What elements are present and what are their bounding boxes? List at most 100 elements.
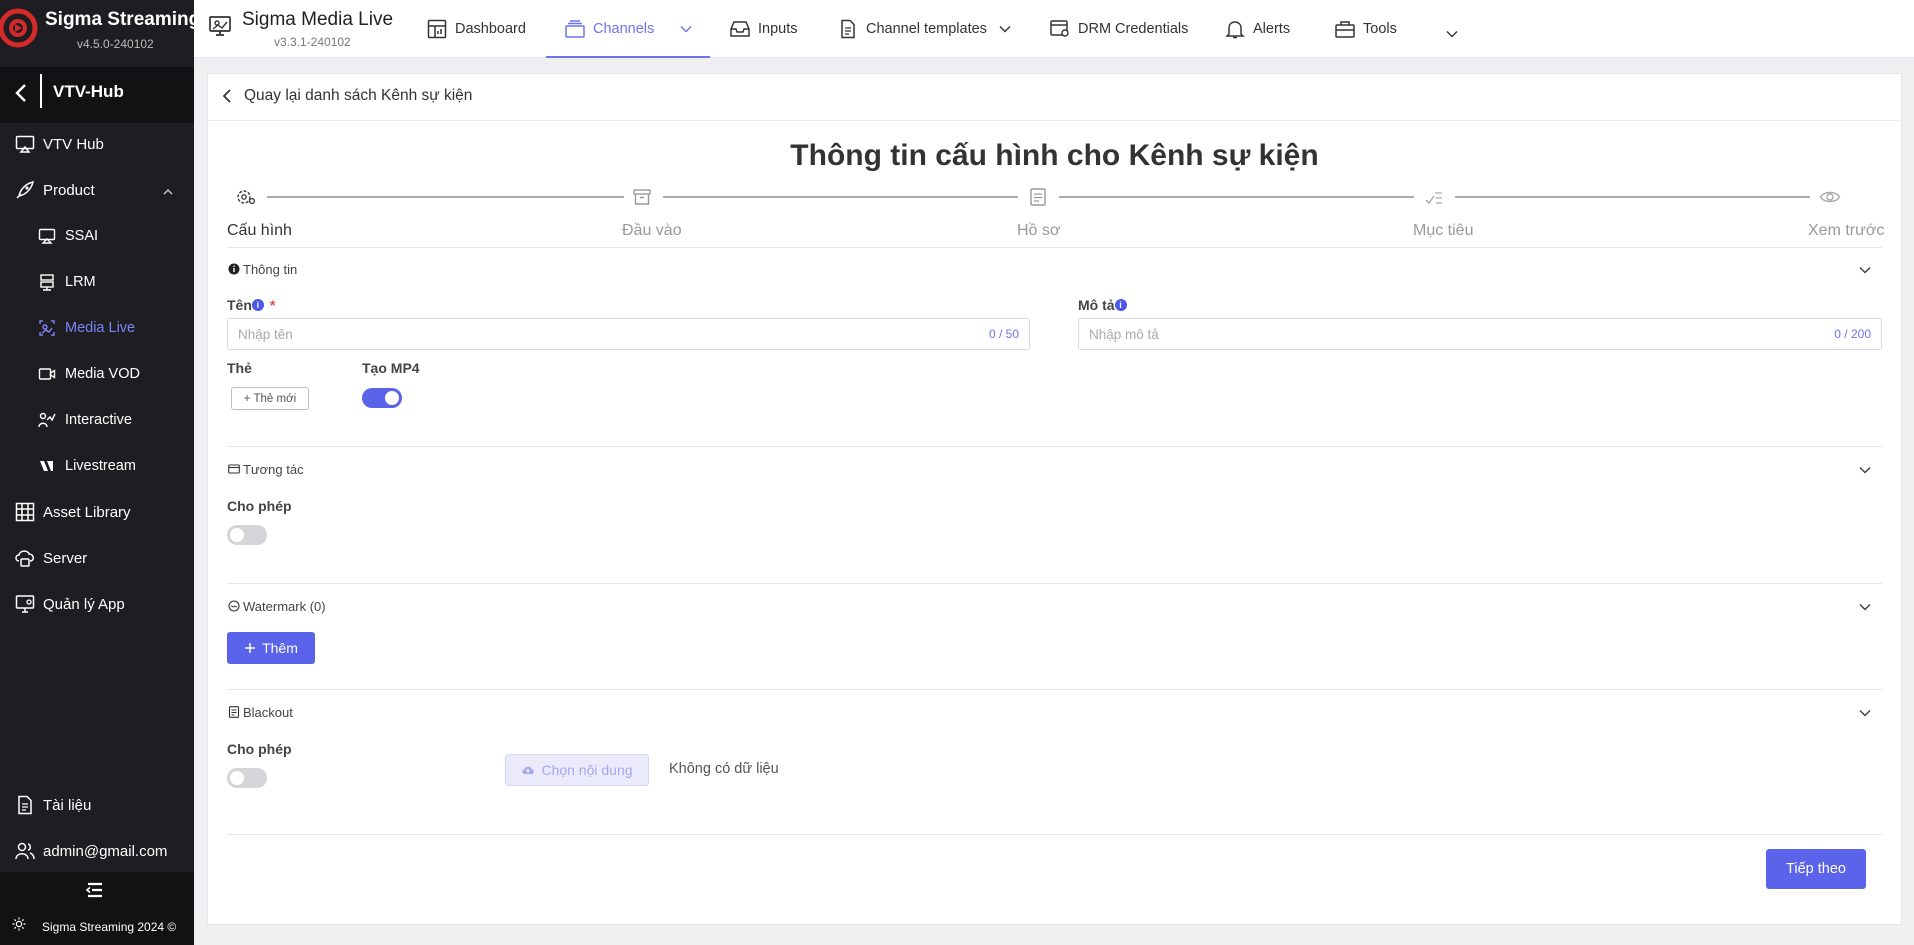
sidebar-item-label: Interactive	[65, 412, 132, 428]
sidebar-item-label: Asset Library	[43, 503, 131, 521]
interaction-allow-toggle[interactable]	[227, 525, 267, 545]
sidebar: Sigma Streaming v4.5.0-240102 VTV-Hub VT…	[0, 0, 200, 945]
add-tag-button[interactable]: + Thẻ mới	[231, 387, 309, 410]
chevron-up-icon	[162, 184, 174, 201]
section-divider	[227, 247, 1882, 248]
tab-inputs[interactable]: Inputs	[729, 0, 798, 58]
sidebar-item-media-vod[interactable]: Media VOD	[0, 356, 194, 392]
rocket-icon	[14, 179, 36, 201]
sidebar-item-ssai[interactable]: SSAI	[0, 218, 194, 254]
name-input[interactable]	[238, 319, 839, 349]
tab-alerts[interactable]: Alerts	[1224, 0, 1290, 58]
sidebar-item-interactive[interactable]: Interactive	[0, 402, 194, 438]
add-watermark-button[interactable]: Thêm	[227, 632, 315, 664]
more-menu-chevron-icon[interactable]	[1446, 25, 1458, 43]
cloud-server-icon	[14, 547, 36, 569]
section-header-watermark[interactable]: Watermark (0)	[227, 596, 326, 616]
sidebar-item-label: VTV Hub	[43, 135, 104, 153]
sidebar-item-vtv-hub[interactable]: VTV Hub	[0, 126, 194, 162]
choose-content-button[interactable]: Chọn nội dung	[505, 754, 649, 786]
sidebar-item-label: Livestream	[65, 458, 136, 474]
hub-divider	[40, 74, 42, 108]
info-circle-icon	[227, 262, 241, 276]
tab-label: Tools	[1363, 21, 1397, 37]
section-title: Thông tin	[243, 261, 298, 277]
back-link[interactable]: Quay lại danh sách Kênh sự kiện	[208, 74, 1901, 121]
menu-collapse-icon[interactable]	[84, 880, 106, 900]
name-label-text: Tên	[227, 297, 252, 313]
document-icon	[837, 18, 859, 40]
hub-title: VTV-Hub	[53, 82, 124, 101]
blackout-allow-label: Cho phép	[227, 741, 292, 757]
blackout-allow-toggle[interactable]	[227, 768, 267, 788]
drm-window-gear-icon	[1049, 18, 1071, 40]
step-label-input[interactable]: Đầu vào	[622, 222, 682, 240]
description-input[interactable]	[1089, 319, 1691, 349]
name-char-counter: 0 / 50	[988, 327, 1019, 341]
tab-dashboard[interactable]: Dashboard	[426, 0, 526, 58]
sidebar-item-label: LRM	[65, 274, 96, 290]
sidebar-item-label: Product	[43, 181, 95, 199]
name-field[interactable]: 0 / 50	[227, 318, 1030, 350]
chevron-down-icon[interactable]	[999, 21, 1011, 37]
sidebar-item-label: Server	[43, 549, 88, 567]
page-title: Thông tin cấu hình cho Kênh sự kiện	[790, 139, 1319, 172]
description-field-label: Mô tả i	[1078, 297, 1127, 313]
button-label: Chọn nội dung	[541, 762, 633, 778]
document-icon	[14, 794, 36, 816]
tab-channels[interactable]: Channels	[545, 0, 711, 58]
sidebar-item-asset-library[interactable]: Asset Library	[0, 494, 194, 530]
sidebar-item-docs[interactable]: Tài liệu	[0, 787, 194, 823]
section-header-interaction[interactable]: Tương tác	[227, 459, 304, 479]
chevron-left-icon[interactable]	[10, 81, 34, 105]
brand: Sigma Streaming v4.5.0-240102	[0, 0, 200, 58]
description-field[interactable]: 0 / 200	[1078, 318, 1882, 350]
grid-icon	[14, 501, 36, 523]
name-field-label: Tên i *	[227, 297, 275, 313]
tab-label: Dashboard	[455, 21, 526, 37]
sidebar-item-app-management[interactable]: Quản lý App	[0, 586, 194, 622]
tab-tools[interactable]: Tools	[1334, 0, 1397, 58]
info-icon: i	[1114, 299, 1127, 311]
section-header-blackout[interactable]: Blackout	[227, 702, 293, 722]
sidebar-item-label: Quản lý App	[43, 595, 125, 613]
description-char-counter: 0 / 200	[1834, 327, 1871, 341]
sidebar-item-label: admin@gmail.com	[43, 842, 168, 860]
mp4-toggle[interactable]	[362, 388, 402, 408]
stack-icon	[36, 271, 58, 293]
sidebar-item-livestream[interactable]: Livestream	[0, 448, 194, 484]
step-label-target[interactable]: Mục tiêu	[1413, 222, 1473, 240]
chevron-down-icon[interactable]	[1857, 262, 1873, 278]
section-divider	[227, 583, 1882, 584]
required-marker: *	[269, 297, 276, 313]
sidebar-item-user[interactable]: admin@gmail.com	[0, 833, 194, 869]
step-label-config[interactable]: Cấu hình	[227, 222, 292, 240]
sun-icon[interactable]	[12, 917, 26, 936]
chevron-down-icon[interactable]	[1857, 462, 1873, 478]
sidebar-item-server[interactable]: Server	[0, 540, 194, 576]
sidebar-item-label: Tài liệu	[43, 796, 92, 814]
sidebar-item-media-live[interactable]: Media Live	[0, 310, 194, 346]
chevron-down-icon[interactable]	[1857, 705, 1873, 721]
toggle-knob	[230, 771, 244, 785]
tab-channel-templates[interactable]: Channel templates	[837, 0, 1011, 58]
sidebar-item-lrm[interactable]: LRM	[0, 264, 194, 300]
section-header-info[interactable]: Thông tin	[227, 259, 297, 279]
chevron-down-icon[interactable]	[1857, 599, 1873, 615]
step-label-preview[interactable]: Xem trước	[1808, 222, 1884, 240]
app-name: Sigma Media Live	[242, 9, 394, 30]
tag-field-label: Thẻ	[227, 360, 252, 376]
app-monitor-icon	[208, 14, 232, 38]
step-connector	[1059, 196, 1414, 198]
chevron-down-icon[interactable]	[680, 21, 692, 37]
tab-drm-credentials[interactable]: DRM Credentials	[1049, 0, 1188, 58]
next-button[interactable]: Tiếp theo	[1766, 849, 1866, 889]
sidebar-item-product[interactable]: Product	[0, 172, 194, 208]
sidebar-item-label: SSAI	[65, 228, 99, 244]
arrow-left-icon	[220, 88, 236, 109]
user-chart-icon	[36, 409, 58, 431]
inbox-icon	[729, 18, 751, 40]
step-label-profile[interactable]: Hồ sơ	[1017, 222, 1060, 240]
button-label: Thêm	[262, 640, 298, 656]
info-icon: i	[251, 299, 264, 311]
